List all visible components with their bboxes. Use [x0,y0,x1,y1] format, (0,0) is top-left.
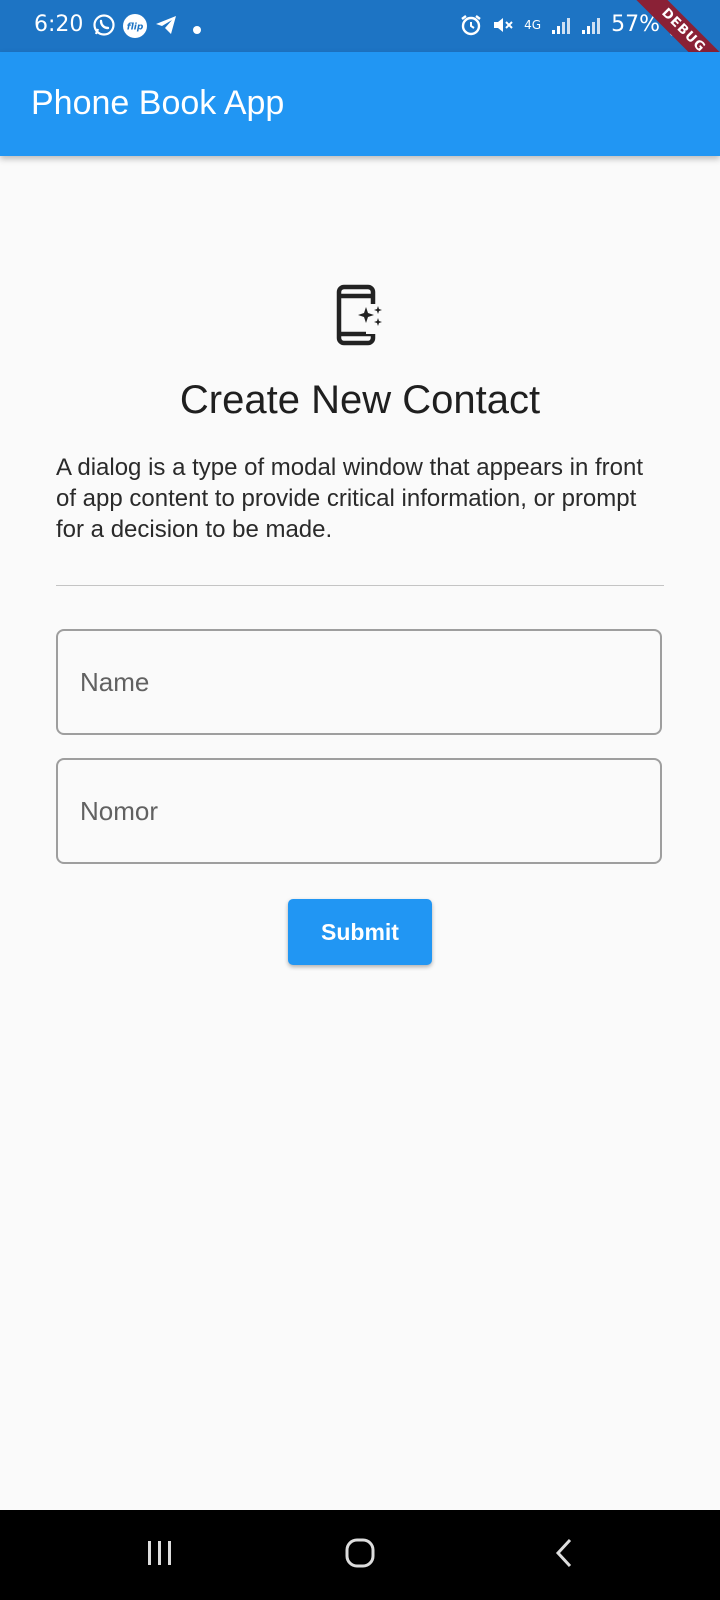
back-icon [553,1537,575,1574]
back-button[interactable] [534,1532,594,1578]
signal-icon-2 [581,15,601,35]
app-bar: Phone Book App [0,52,720,156]
navigation-bar [0,1510,720,1600]
mute-icon [492,14,514,36]
submit-button[interactable]: Submit [288,899,432,965]
home-button[interactable] [330,1532,390,1578]
flip-icon: flip [122,13,148,43]
nomor-input[interactable] [58,760,660,862]
app-title: Phone Book App [31,84,285,122]
name-input[interactable] [58,631,660,733]
name-field[interactable] [56,629,662,735]
status-time: 6:20 [34,12,84,37]
telegram-icon [154,13,178,41]
page-heading: Create New Contact [179,378,541,422]
nomor-field[interactable] [56,758,662,864]
home-icon [344,1537,376,1574]
recent-apps-button[interactable] [130,1532,190,1578]
dot-icon [192,20,202,39]
main-content: Create New Contact A dialog is a type of… [0,156,720,1510]
phone-sparkle-icon [336,284,388,346]
whatsapp-icon [92,13,116,41]
flip-label: flip [127,23,144,33]
recent-apps-icon [145,1539,175,1572]
signal-icon [551,15,571,35]
page-description: A dialog is a type of modal window that … [56,454,644,543]
network-4g-label: 4G [524,17,542,32]
divider [56,585,664,586]
status-bar: 6:20 flip 4G 57% DEBUG [0,0,720,92]
status-icons: 4G 57% [460,12,682,37]
alarm-icon [460,14,482,36]
